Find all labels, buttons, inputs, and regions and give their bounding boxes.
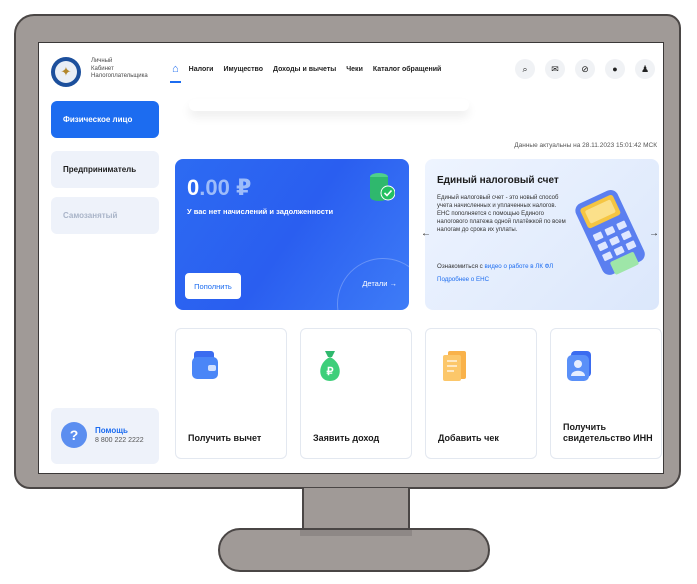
- lightbulb-icon[interactable]: ●: [605, 59, 625, 79]
- brand-title: Личный Кабинет Налогоплательщика: [91, 58, 161, 81]
- header-shadow: [189, 99, 469, 111]
- details-link[interactable]: Детали →: [362, 279, 397, 288]
- data-actual-timestamp: Данные актуальны на 28.11.2023 15:01:42 …: [514, 142, 657, 149]
- balance-card: 0.00 ₽ У вас нет начислений и задолженно…: [175, 159, 409, 310]
- tile-label: Добавить чек: [438, 433, 499, 443]
- tile-get-deduction[interactable]: Получить вычет: [175, 328, 287, 459]
- currency-symbol: ₽: [235, 175, 252, 200]
- id-card-icon: [567, 351, 591, 381]
- ens-title: Единый налоговый счет: [437, 175, 559, 186]
- eye-off-icon[interactable]: ⊘: [575, 59, 595, 79]
- screen: ✦ Личный Кабинет Налогоплательщика ⌂ Нал…: [38, 42, 664, 474]
- nav-item-income[interactable]: Доходы и вычеты: [273, 66, 336, 73]
- monitor-stand-joint: [300, 530, 412, 536]
- ens-video-text: Ознакомиться с видео о работе в ЛК ФЛ: [437, 263, 587, 270]
- user-icon[interactable]: ♟: [635, 59, 655, 79]
- sidebar-item-entrepreneur[interactable]: Предприниматель: [51, 151, 159, 188]
- ruble-bag-icon: ₽: [320, 351, 340, 381]
- brand-line: Личный: [91, 58, 113, 64]
- balance-int: 0: [187, 175, 200, 200]
- balance-status: У вас нет начислений и задолженности: [187, 207, 334, 216]
- balance-amount: 0.00 ₽: [187, 175, 251, 201]
- ens-video-prefix: Ознакомиться с: [437, 263, 485, 270]
- eagle-icon: ✦: [55, 61, 77, 83]
- brand-line: Кабинет: [91, 65, 114, 72]
- header-actions: ⌕ ✉ ⊘ ● ♟: [515, 59, 655, 79]
- carousel-next-icon[interactable]: →: [648, 227, 660, 239]
- tile-declare-income[interactable]: ₽ Заявить доход: [300, 328, 412, 459]
- svg-text:₽: ₽: [327, 366, 334, 378]
- ens-more-link[interactable]: Подробнее о ЕНС: [437, 276, 489, 283]
- carousel-prev-icon[interactable]: ←: [420, 227, 432, 239]
- nav-item-taxes[interactable]: Налоги: [189, 66, 214, 73]
- nav-item-property[interactable]: Имущество: [223, 66, 263, 73]
- nav-item-appeals[interactable]: Каталог обращений: [373, 66, 441, 73]
- ens-card: Единый налоговый счет Единый налоговый с…: [425, 159, 659, 310]
- ens-description: Единый налоговый счет - это новый способ…: [437, 195, 566, 233]
- topup-button[interactable]: Пополнить: [185, 273, 241, 299]
- help-title: Помощь: [95, 426, 128, 435]
- tile-label: Заявить доход: [313, 433, 380, 443]
- brand-line: Налогоплательщика: [91, 73, 148, 79]
- coin-check-icon: [370, 173, 395, 201]
- help-phone[interactable]: 8 800 222 2222: [95, 437, 144, 444]
- ens-video-link[interactable]: видео о работе в ЛК ФЛ: [484, 263, 553, 270]
- help-card[interactable]: ? Помощь 8 800 222 2222: [51, 408, 159, 464]
- sidebar-item-selfemployed: Самозанятый: [51, 197, 159, 234]
- tile-add-receipt[interactable]: Добавить чек: [425, 328, 537, 459]
- fns-logo[interactable]: ✦: [51, 57, 81, 87]
- balance-dec: .00: [199, 175, 230, 200]
- search-icon[interactable]: ⌕: [515, 59, 535, 79]
- tile-label: Получить вычет: [188, 433, 262, 443]
- main-nav: ⌂ Налоги Имущество Доходы и вычеты Чеки …: [170, 64, 441, 83]
- nav-item-receipts[interactable]: Чеки: [346, 66, 363, 73]
- wallet-icon: [192, 351, 218, 379]
- receipt-icon: [443, 351, 466, 381]
- home-icon[interactable]: ⌂: [170, 64, 181, 83]
- help-question-icon: ?: [61, 422, 87, 448]
- sidebar-item-individual[interactable]: Физическое лицо: [51, 101, 159, 138]
- tile-label: Получить свидетельство ИНН: [563, 422, 653, 443]
- mail-icon[interactable]: ✉: [545, 59, 565, 79]
- tile-get-inn[interactable]: Получить свидетельство ИНН: [550, 328, 662, 459]
